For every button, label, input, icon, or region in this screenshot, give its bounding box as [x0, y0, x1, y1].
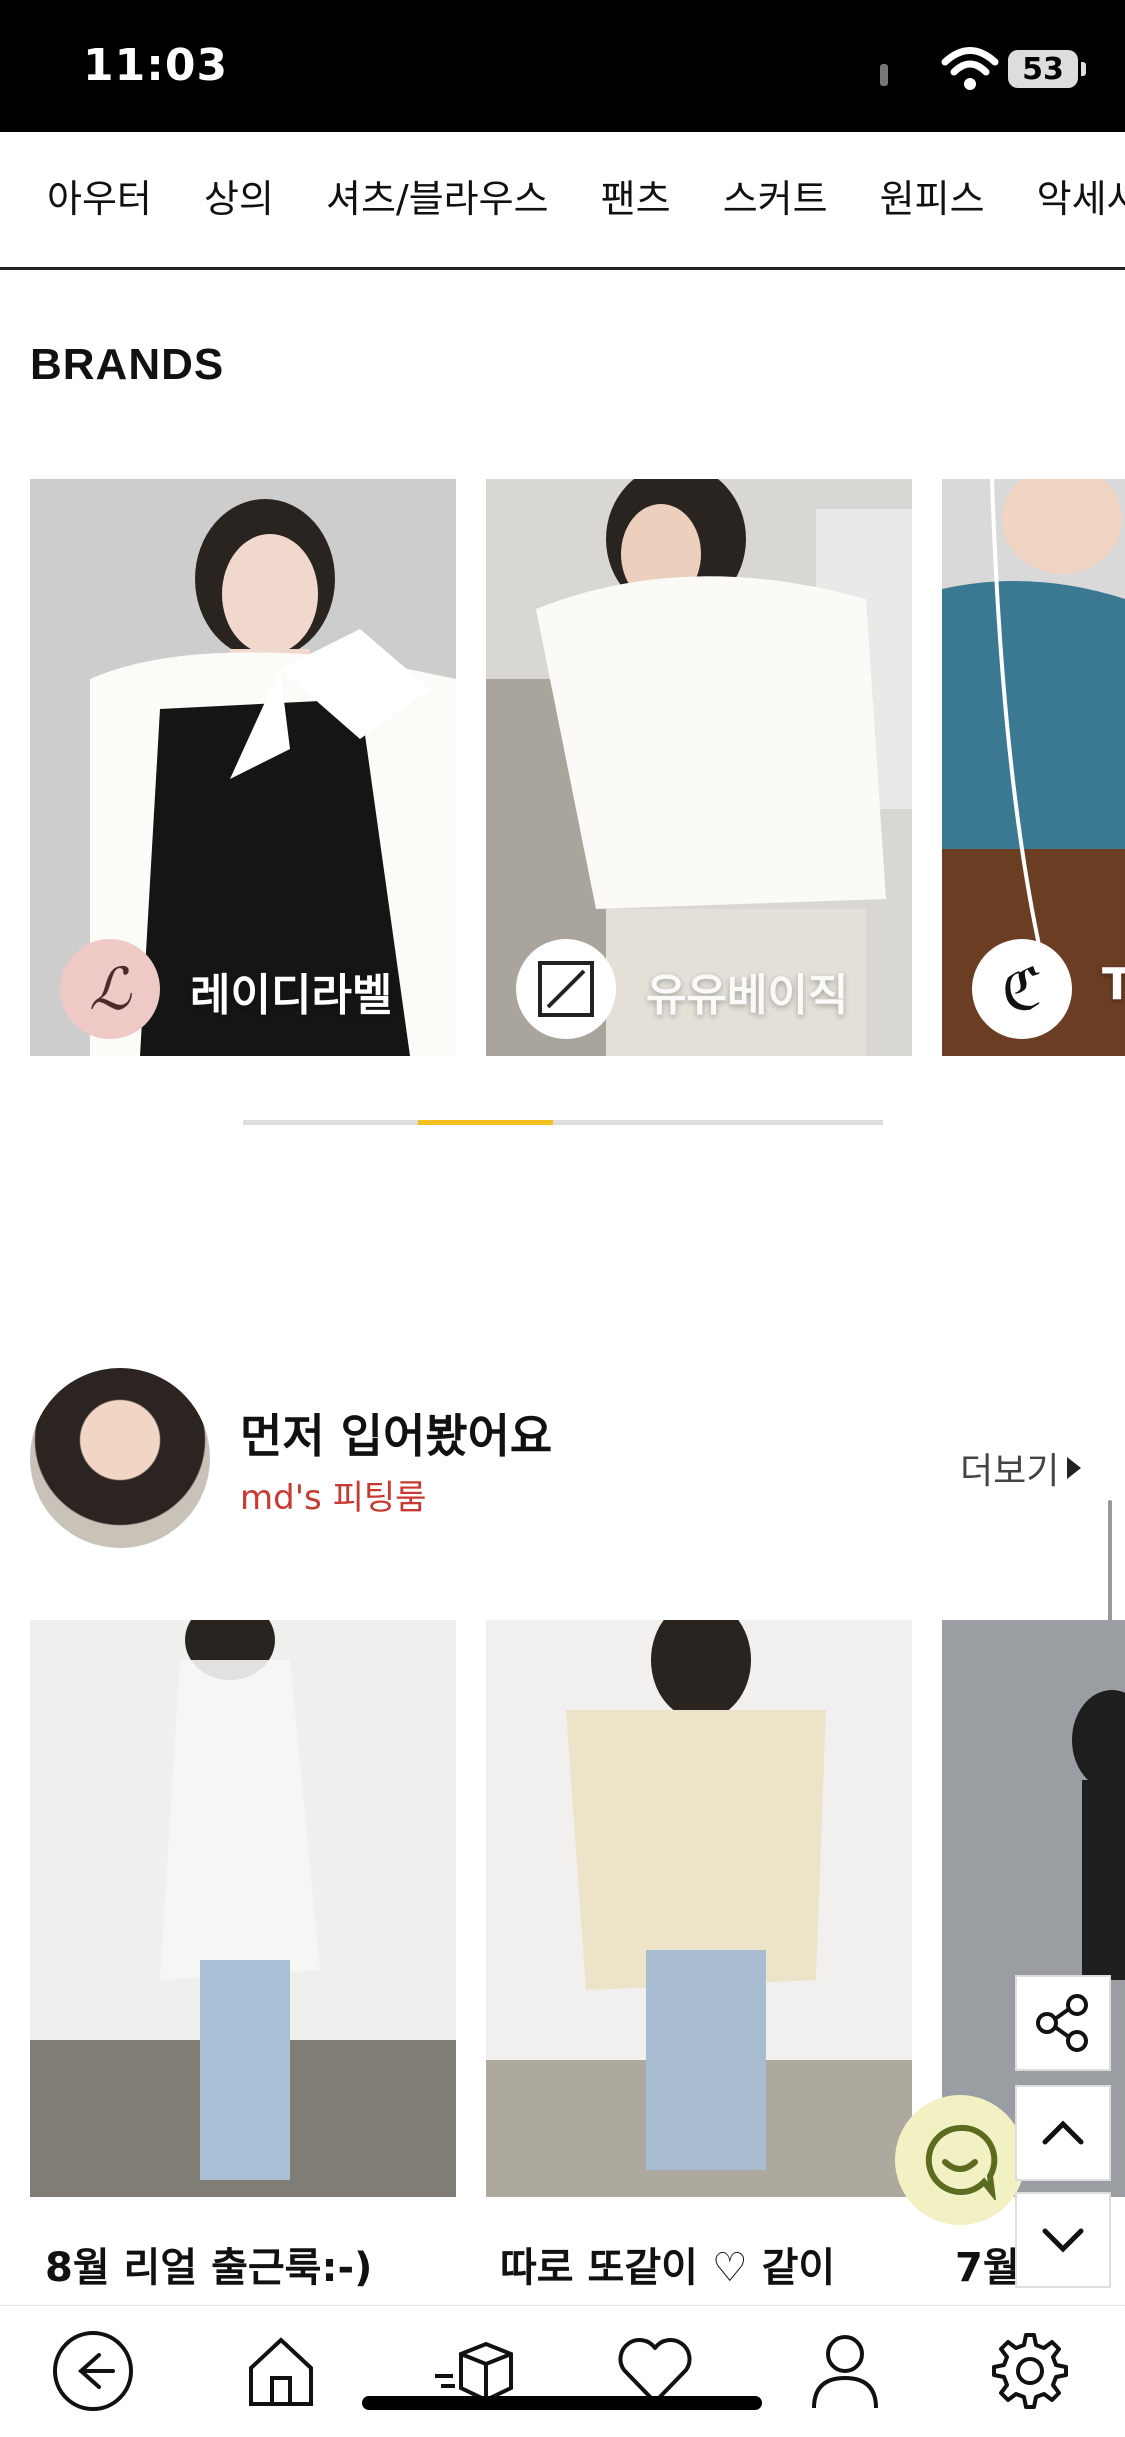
status-time: 11:03	[83, 40, 229, 91]
look-caption: 8월 리얼 출근룩:-)	[45, 2245, 373, 2291]
chevron-up-icon	[1042, 2120, 1084, 2145]
signal-icon	[880, 64, 888, 86]
more-label: 더보기	[960, 1451, 1060, 1492]
scroll-down-button[interactable]	[1015, 2192, 1111, 2288]
home-icon	[249, 2337, 313, 2406]
category-tabs: 아우터 상의 셔츠/블라우스 팬츠 스커트 원피스 악세사	[0, 132, 1125, 270]
look-caption: 7월	[955, 2245, 1020, 2291]
bottom-navigation	[0, 2305, 1125, 2437]
brand-logo: ℭ	[972, 939, 1072, 1039]
section-title: 먼저 입어봤어요	[240, 1409, 553, 1463]
look-card[interactable]	[486, 1620, 912, 2197]
look-card[interactable]	[30, 1620, 456, 2197]
category-tab[interactable]: 팬츠	[601, 132, 671, 267]
home-button[interactable]	[236, 2326, 326, 2416]
category-tab[interactable]: 악세사	[1037, 132, 1125, 267]
more-button[interactable]: 더보기	[960, 1442, 1082, 1494]
carousel-progress-bar	[243, 1120, 883, 1125]
brands-section-title: BRANDS	[30, 340, 225, 389]
wifi-icon	[941, 47, 999, 90]
chevron-down-icon	[1042, 2228, 1084, 2253]
share-icon	[1036, 1994, 1088, 2052]
settings-button[interactable]	[985, 2326, 1075, 2416]
scroll-up-button[interactable]	[1015, 2085, 1111, 2181]
back-icon	[53, 2331, 133, 2411]
status-bar: 11:03 53	[0, 0, 1125, 132]
brand-name: 유유베이직	[646, 970, 849, 1021]
look-photo	[30, 1620, 456, 2197]
mypage-button[interactable]	[800, 2326, 890, 2416]
brand-card[interactable]: 유유베이직	[486, 479, 912, 1056]
brand-card[interactable]: ℒ 레이디라벨	[30, 479, 456, 1056]
brand-name: 레이디라벨	[190, 970, 393, 1021]
brand-card[interactable]: ℭ T	[942, 479, 1125, 1056]
look-caption: 따로 또같이 ♡ 같이	[500, 2245, 836, 2291]
carousel-progress-fill	[418, 1120, 553, 1125]
look-photo	[486, 1620, 912, 2197]
category-tab[interactable]: 원피스	[880, 132, 985, 267]
brand-name: T	[1102, 959, 1125, 1010]
brand-logo	[516, 939, 616, 1039]
avatar	[30, 1368, 210, 1548]
category-tab[interactable]: 스커트	[723, 132, 828, 267]
triangle-right-icon	[1067, 1457, 1082, 1479]
chat-button[interactable]	[895, 2095, 1025, 2225]
home-indicator[interactable]	[362, 2396, 762, 2410]
battery-indicator: 53	[1008, 50, 1086, 88]
section-subtitle: md's 피팅룸	[240, 1478, 427, 1518]
brand-logo: ℒ	[60, 939, 160, 1039]
user-icon	[812, 2335, 878, 2409]
chat-icon	[925, 2124, 998, 2200]
category-tab[interactable]: 상의	[204, 132, 274, 267]
back-button[interactable]	[48, 2326, 138, 2416]
share-button[interactable]	[1015, 1975, 1111, 2071]
category-tab[interactable]: 아우터	[47, 132, 152, 267]
settings-icon	[992, 2333, 1068, 2409]
category-tab[interactable]: 셔츠/블라우스	[326, 132, 549, 267]
